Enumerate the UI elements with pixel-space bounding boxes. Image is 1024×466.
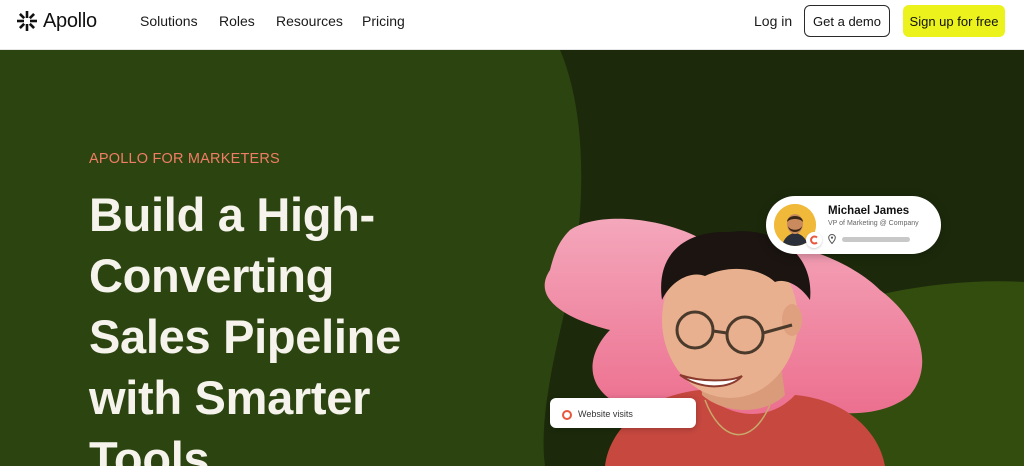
- get-demo-button[interactable]: Get a demo: [804, 5, 890, 37]
- profile-name: Michael James: [828, 205, 910, 217]
- headline-line-5: Tools: [89, 432, 210, 466]
- apollo-badge-icon: [806, 232, 822, 248]
- nav-roles[interactable]: Roles: [219, 13, 255, 29]
- nav-solutions[interactable]: Solutions: [140, 13, 198, 29]
- logo[interactable]: Apollo: [16, 10, 97, 32]
- top-nav: Apollo Solutions Roles Resources Pricing…: [0, 0, 1024, 50]
- location-pin-icon: [828, 234, 836, 244]
- headline-line-4: with Smarter: [89, 371, 371, 424]
- headline-line-2: Converting: [89, 249, 335, 302]
- headline-line-1: Build a High-: [89, 188, 375, 241]
- profile-card-contact[interactable]: Michael James VP of Marketing @ Company: [766, 196, 941, 254]
- profile-title: VP of Marketing @ Company: [828, 220, 919, 227]
- nav-resources[interactable]: Resources: [276, 13, 343, 29]
- profile-placeholder-bar: [842, 237, 910, 242]
- peek-card-text: Website visits: [578, 409, 633, 419]
- apollo-logo-icon: [17, 11, 37, 31]
- logo-text: Apollo: [43, 9, 97, 32]
- hero-headline: Build a High- Converting Sales Pipeline …: [89, 184, 529, 466]
- hero-section: APOLLO FOR MARKETERS Build a High- Conve…: [0, 50, 1024, 466]
- login-link[interactable]: Log in: [754, 13, 792, 29]
- website-visits-card: Website visits: [550, 398, 696, 428]
- signup-button[interactable]: Sign up for free: [903, 5, 1005, 37]
- target-icon: [562, 410, 572, 420]
- nav-pricing[interactable]: Pricing: [362, 13, 405, 29]
- headline-line-3: Sales Pipeline: [89, 310, 401, 363]
- hero-eyebrow: APOLLO FOR MARKETERS: [89, 151, 280, 167]
